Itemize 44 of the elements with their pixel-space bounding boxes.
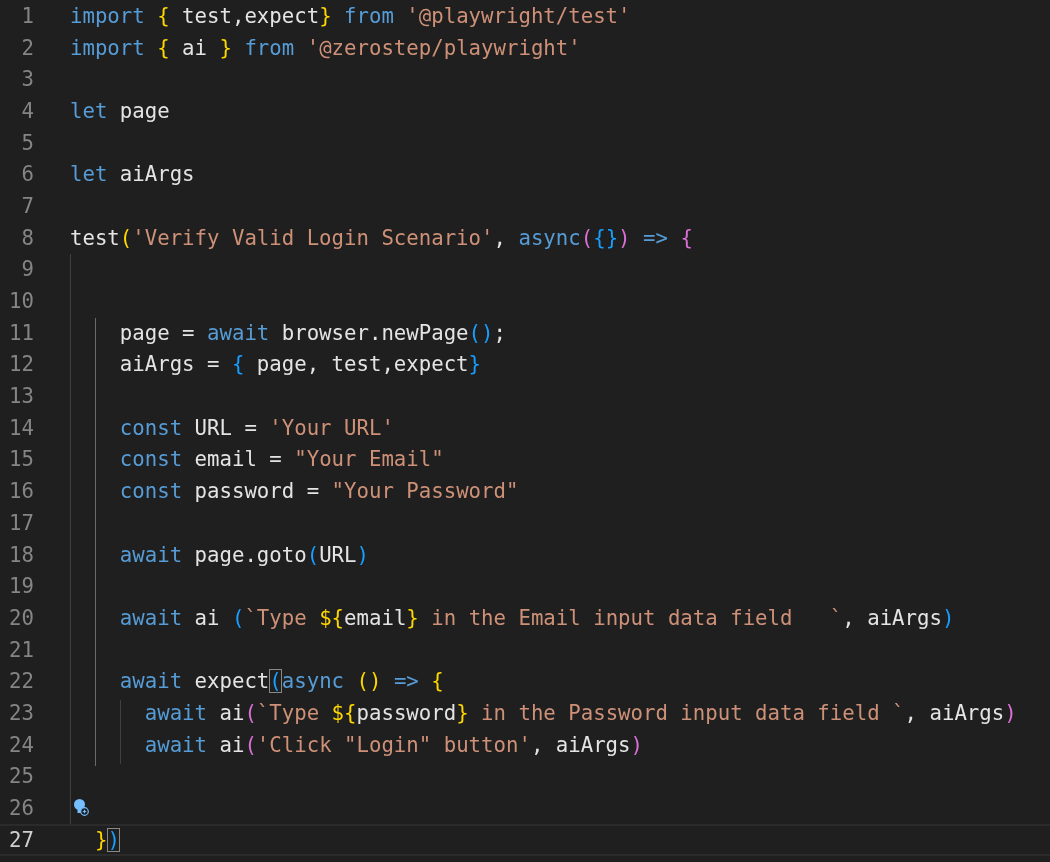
line-number: 3 <box>20 67 34 92</box>
line-number: 22 <box>8 669 34 694</box>
code-line: import { test,expect} from '@playwright/test' <box>70 3 631 28</box>
code-line: const password = "Your Password" <box>118 479 519 504</box>
code-line: aiArgs = { page, test,expect} <box>118 352 482 377</box>
line-number: 10 <box>8 289 34 314</box>
lightbulb-icon[interactable] <box>73 798 89 817</box>
code-line: }) <box>93 827 120 852</box>
line-number: 16 <box>8 479 34 504</box>
code-line: await expect(async () => { <box>118 669 444 694</box>
line-number: 13 <box>8 384 34 409</box>
line-number: 23 <box>8 700 34 725</box>
code-line: await ai (`Type ${email} in the Email input data field `, aiArgs) <box>118 605 955 630</box>
line-number: 19 <box>8 574 34 599</box>
line-number: 8 <box>20 225 34 250</box>
code-line: const URL = 'Your URL' <box>118 415 394 440</box>
line-number: 25 <box>8 764 34 789</box>
code-line: await ai(`Type ${password} in the Password input data field `, aiArgs) <box>143 700 1017 725</box>
line-number: 11 <box>8 320 34 345</box>
code-line: let page <box>70 98 170 123</box>
code-line: await page.goto(URL) <box>118 542 369 567</box>
line-number: 20 <box>8 605 34 630</box>
line-number: 5 <box>20 130 34 155</box>
line-number: 9 <box>20 257 34 282</box>
line-number: 17 <box>8 510 34 535</box>
line-number: 18 <box>8 542 34 567</box>
line-number: 21 <box>8 637 34 662</box>
line-number: 4 <box>20 98 34 123</box>
line-number: 24 <box>8 732 34 757</box>
line-number: 7 <box>20 193 34 218</box>
code-line: let aiArgs <box>70 162 195 187</box>
line-number: 27 <box>8 827 34 852</box>
line-number: 1 <box>20 3 34 28</box>
code-line: test('Verify Valid Login Scenario', async({}) => { <box>70 225 693 250</box>
line-number: 26 <box>8 796 34 821</box>
code-line: const email = "Your Email" <box>118 447 444 472</box>
code-line: await ai('Click "Login" button', aiArgs) <box>143 732 643 757</box>
line-number: 12 <box>8 352 34 377</box>
code-line: page = await browser.newPage(); <box>118 320 506 345</box>
line-number: 2 <box>20 35 34 60</box>
line-number: 15 <box>8 447 34 472</box>
code-line: import { ai } from '@zerostep/playwright' <box>70 35 581 60</box>
line-number: 14 <box>8 415 34 440</box>
line-number: 6 <box>20 162 34 187</box>
